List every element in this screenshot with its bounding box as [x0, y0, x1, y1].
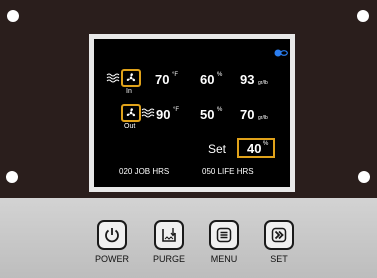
- display-frame: In 70 °F 60 % 93 gr/lb Out 90 °F 50 % 70: [89, 34, 295, 192]
- airflow-in-icon: [106, 73, 120, 83]
- menu-icon: [216, 227, 232, 243]
- power-label: POWER: [94, 254, 129, 264]
- outlet-humidity-unit: %: [217, 107, 223, 113]
- outlet-grains-unit: gr/lb: [258, 115, 268, 121]
- intake-temperature-unit: °F: [172, 72, 179, 78]
- outlet-temperature-unit: °F: [173, 107, 180, 113]
- screw-bottom-right: [358, 171, 370, 183]
- intake-grains: 93: [240, 72, 255, 87]
- outlet-grains: 70: [240, 107, 255, 122]
- intake-temperature: 70: [155, 72, 170, 87]
- life-hours: 050 LIFE HRS: [202, 167, 254, 176]
- intake-label: In: [126, 88, 132, 95]
- purge-label: PURGE: [152, 254, 185, 264]
- menu-button[interactable]: [209, 220, 239, 250]
- screw-top-left: [7, 10, 19, 22]
- airflow-out-icon: [141, 108, 155, 118]
- power-button[interactable]: [97, 220, 127, 250]
- setpoint-unit: %: [263, 141, 269, 147]
- lcd-display: In 70 °F 60 % 93 gr/lb Out 90 °F 50 % 70: [94, 39, 290, 187]
- outlet-label: Out: [124, 123, 136, 130]
- fast-forward-icon: [271, 227, 287, 243]
- screw-top-right: [357, 10, 369, 22]
- intake-humidity: 60: [200, 72, 215, 87]
- dehumidifier-control-panel: In 70 °F 60 % 93 gr/lb Out 90 °F 50 % 70: [0, 0, 377, 278]
- button-panel: [0, 198, 377, 278]
- job-hours: 020 JOB HRS: [119, 167, 170, 176]
- setpoint-box[interactable]: 40 %: [237, 138, 275, 158]
- purge-button[interactable]: [154, 220, 184, 250]
- intake-humidity-unit: %: [217, 72, 223, 78]
- set-button[interactable]: [264, 220, 294, 250]
- eco-link-icon: [274, 49, 288, 57]
- screw-bottom-left: [6, 171, 18, 183]
- intake-fan-icon: [121, 69, 141, 87]
- intake-grains-unit: gr/lb: [258, 80, 268, 86]
- purge-icon: [162, 228, 176, 242]
- outlet-temperature: 90: [156, 107, 171, 122]
- set-label: SET: [270, 254, 288, 264]
- outlet-fan-icon: [121, 104, 141, 122]
- menu-label: MENU: [210, 254, 238, 264]
- setpoint-label: Set: [208, 142, 227, 156]
- setpoint-value: 40: [247, 141, 262, 156]
- outlet-humidity: 50: [200, 107, 215, 122]
- power-icon: [105, 228, 119, 243]
